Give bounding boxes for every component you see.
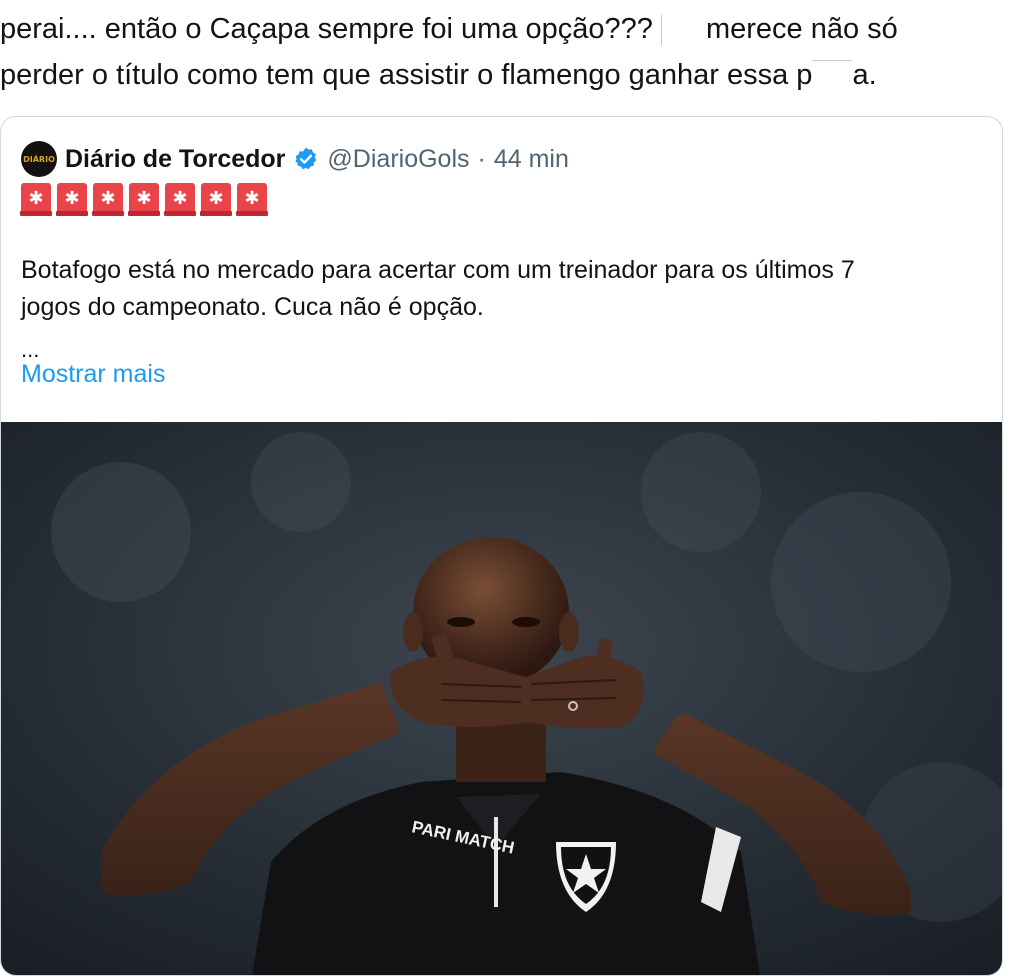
- verified-badge-icon: [295, 147, 317, 170]
- tweet-text: perai.... então o Caçapa sempre foi uma …: [0, 6, 1010, 98]
- police-light-icon: ✱: [92, 183, 124, 216]
- police-light-icon: ✱: [200, 183, 232, 216]
- quoted-tweet-body-line-2: jogos do campeonato. Cuca não é opção.: [21, 293, 484, 321]
- tweet-text-line-2-start: perder o título como tem que assistir o …: [0, 59, 813, 91]
- quoted-tweet-card[interactable]: DIÁRIO Diário de Torcedor @DiarioGols · …: [0, 116, 1003, 976]
- quoted-tweet-body: Botafogo está no mercado para acertar co…: [21, 252, 981, 326]
- police-light-icon: ✱: [236, 183, 268, 216]
- redaction: [812, 60, 853, 75]
- tweet-text-line-1: perai.... então o Caçapa sempre foi uma …: [0, 6, 1010, 52]
- alert-emoji-row: ✱ ✱ ✱ ✱ ✱ ✱ ✱: [20, 183, 268, 216]
- tweet-text-line-2-end: a.: [852, 59, 877, 91]
- police-light-icon: ✱: [20, 183, 52, 216]
- redaction: [660, 15, 706, 46]
- tweet-photo[interactable]: PARI MATCH: [1, 422, 1002, 975]
- tweet-text-line-2: perder o título como tem que assistir o …: [0, 52, 1010, 98]
- police-light-icon: ✱: [56, 183, 88, 216]
- tweet-text-line-1-end: merece não só: [705, 13, 898, 45]
- timestamp[interactable]: 44 min: [494, 145, 569, 174]
- avatar-logo-text: DIÁRIO: [23, 154, 55, 164]
- quoted-tweet-header: DIÁRIO Diário de Torcedor @DiarioGols · …: [21, 139, 569, 179]
- show-more-link[interactable]: Mostrar mais: [21, 360, 165, 389]
- display-name[interactable]: Diário de Torcedor: [65, 145, 285, 174]
- coach-blowing-kiss-photo: PARI MATCH: [1, 422, 1002, 975]
- police-light-icon: ✱: [128, 183, 160, 216]
- avatar[interactable]: DIÁRIO: [21, 141, 57, 177]
- quoted-tweet-body-line-1: Botafogo está no mercado para acertar co…: [21, 256, 855, 284]
- handle[interactable]: @DiarioGols: [327, 145, 469, 174]
- police-light-icon: ✱: [164, 183, 196, 216]
- meta-separator: ·: [477, 144, 486, 173]
- tweet-text-line-1-start: perai.... então o Caçapa sempre foi uma …: [0, 13, 653, 45]
